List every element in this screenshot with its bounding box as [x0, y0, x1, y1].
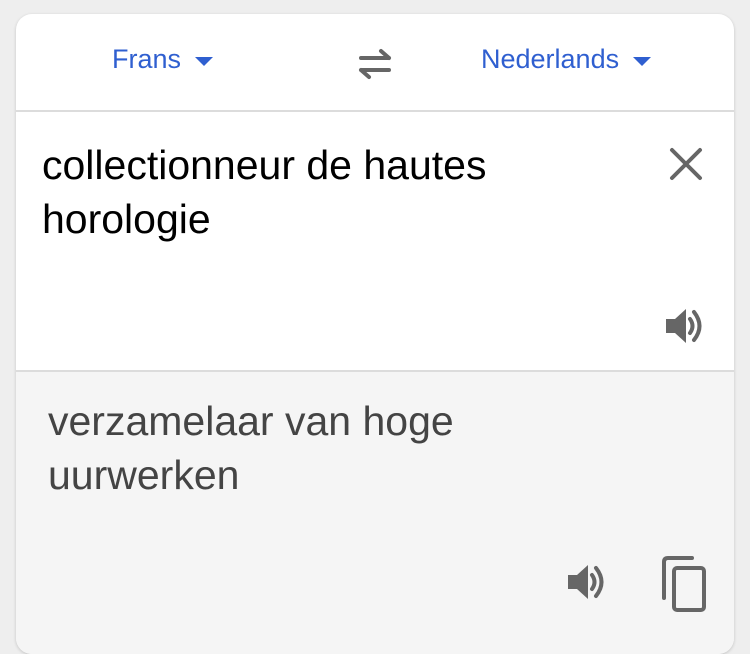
- listen-source-button[interactable]: [664, 304, 708, 348]
- chevron-down-icon: [195, 57, 214, 66]
- close-icon: [670, 148, 702, 180]
- speaker-icon: [666, 309, 702, 343]
- target-language-selector[interactable]: Nederlands: [481, 44, 652, 75]
- copy-translation-button[interactable]: [660, 556, 708, 612]
- translate-card: Frans Nederlands collectionneur de haute…: [16, 14, 734, 654]
- source-panel: collectionneur de hautes horologie: [16, 112, 734, 372]
- speaker-icon: [568, 565, 604, 599]
- swap-languages-button[interactable]: [353, 46, 397, 82]
- copy-icon: [662, 556, 706, 612]
- translation-panel: verzamelaar van hoge uurwerken: [16, 372, 734, 654]
- target-language-label: Nederlands: [481, 44, 620, 74]
- source-text-input[interactable]: collectionneur de hautes horologie: [42, 138, 632, 246]
- swap-icon: [359, 49, 391, 79]
- translation-text: verzamelaar van hoge uurwerken: [48, 398, 454, 498]
- source-language-selector[interactable]: Frans: [112, 44, 214, 75]
- clear-button[interactable]: [666, 144, 706, 184]
- listen-translation-button[interactable]: [566, 560, 610, 604]
- chevron-down-icon: [633, 57, 652, 66]
- language-bar: Frans Nederlands: [16, 14, 734, 112]
- source-language-label: Frans: [112, 44, 182, 74]
